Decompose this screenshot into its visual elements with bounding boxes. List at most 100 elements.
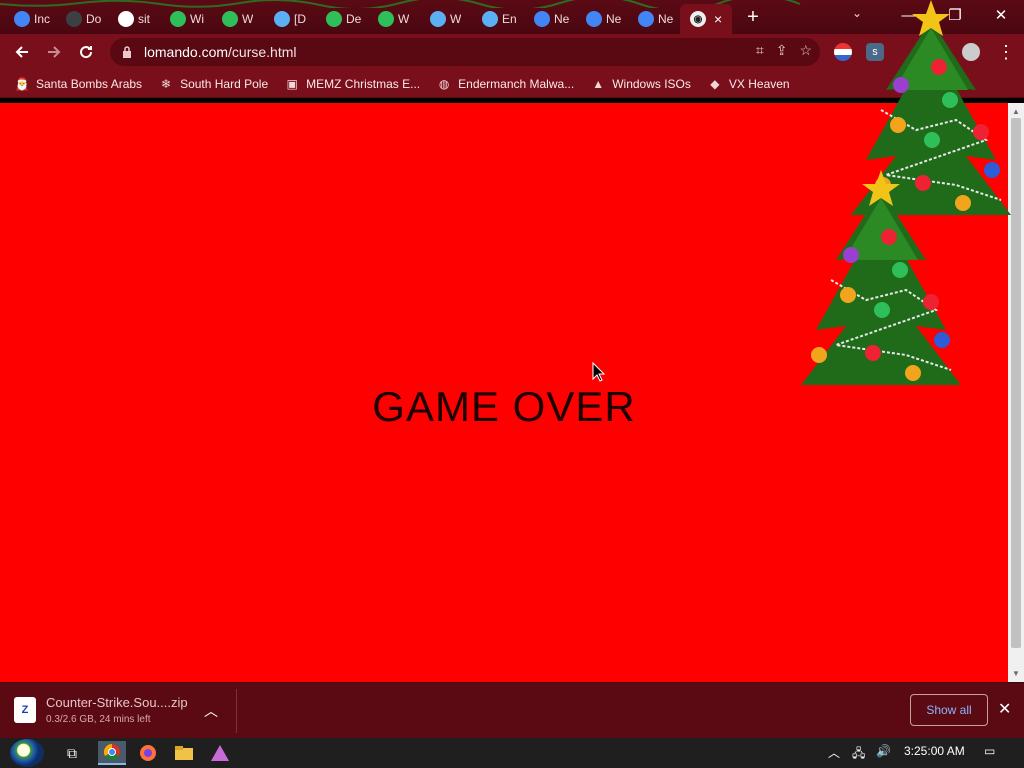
bookmark-item[interactable]: ◆ VX Heaven [707, 76, 790, 92]
bookmark-label: VX Heaven [728, 76, 790, 91]
app-taskbar-icon[interactable] [206, 741, 234, 765]
tab-title: Ne [554, 12, 570, 26]
back-arrow-icon [15, 46, 28, 58]
divider [236, 689, 237, 733]
task-view-icon[interactable]: ⧉ [58, 741, 86, 765]
tab-title: Do [86, 12, 102, 26]
close-download-bar-icon[interactable]: ✕ [998, 699, 1011, 719]
volume-icon[interactable]: 🔊 [876, 744, 891, 758]
download-bar: Z Counter-Strike.Sou....zip 0.3/2.6 GB, … [0, 682, 1024, 738]
santa-icon: 🎅 [14, 76, 30, 91]
url-host: lomando.com [144, 44, 229, 60]
url-text[interactable]: lomando.com/curse.html [144, 44, 297, 60]
tab[interactable]: Ne [524, 4, 576, 34]
bookmark-label: Endermanch Malwa... [458, 76, 575, 91]
image-icon: ▣ [286, 76, 298, 91]
tab[interactable]: W [420, 4, 472, 34]
bookmark-label: Windows ISOs [612, 76, 691, 91]
tab-title: sit [138, 12, 150, 26]
omnibox-actions: ⌗ ⇪ ☆ [756, 42, 812, 59]
leaf-icon [378, 11, 394, 27]
download-icon [66, 11, 82, 27]
raccoon-icon: ◍ [438, 76, 450, 91]
tab[interactable]: W [368, 4, 420, 34]
download-filename: Counter-Strike.Sou....zip [46, 695, 188, 710]
back-button[interactable] [6, 36, 38, 68]
bookmark-item[interactable]: ▣ MEMZ Christmas E... [284, 76, 420, 92]
panda-icon: ◉ [690, 11, 706, 27]
chrome-icon [14, 11, 30, 27]
url-path: /curse.html [228, 44, 297, 60]
lock-icon[interactable] [120, 45, 134, 59]
snowflake-icon: ❄ [161, 76, 172, 91]
tab-title: W [242, 12, 254, 26]
bookmark-label: South Hard Pole [180, 76, 269, 91]
tab-list: Inc Do sit Wi W [D De W W En Ne Ne Ne [4, 0, 680, 34]
tab[interactable]: Inc [4, 4, 56, 34]
tab[interactable]: sit [108, 4, 160, 34]
tab-active[interactable]: ◉ × [680, 4, 732, 34]
cloud-icon [482, 11, 498, 27]
zip-file-icon: Z [14, 697, 36, 723]
tab-title: De [346, 12, 362, 26]
close-tab-icon[interactable]: × [714, 11, 722, 27]
tab[interactable]: Do [56, 4, 108, 34]
leaf-icon [222, 11, 238, 27]
tab[interactable]: [D [264, 4, 316, 34]
tab-title: Ne [658, 12, 674, 26]
cloud-icon [430, 11, 446, 27]
chrome-icon [638, 11, 654, 27]
bookmark-item[interactable]: 🎅 Santa Bombs Arabs [14, 76, 143, 92]
translate-icon[interactable]: ⌗ [756, 42, 764, 59]
new-tab-button[interactable]: + [738, 6, 768, 29]
bookmark-item[interactable]: ▲ Windows ISOs [590, 76, 691, 92]
christmas-tree-decoration-2 [801, 170, 961, 385]
tab[interactable]: W [212, 4, 264, 34]
tab[interactable]: Wi [160, 4, 212, 34]
download-status: 0.3/2.6 GB, 24 mins left [46, 714, 151, 725]
chrome-icon [534, 11, 550, 27]
firefox-taskbar-icon[interactable] [134, 741, 162, 765]
bookmark-item[interactable]: ❄ South Hard Pole [158, 76, 268, 92]
clock[interactable]: 3:25:00 AM [904, 744, 965, 758]
forward-button[interactable] [38, 36, 70, 68]
tab[interactable]: En [472, 4, 524, 34]
vx-icon: ◆ [710, 76, 720, 91]
tree-icon: ▲ [592, 76, 605, 91]
tab-title: [D [294, 12, 306, 26]
show-all-button[interactable]: Show all [910, 694, 988, 726]
notification-icon[interactable]: ▭ [984, 744, 995, 758]
network-icon[interactable]: 🖧 [852, 744, 865, 765]
forward-arrow-icon [48, 46, 61, 58]
tab-title: Wi [190, 12, 204, 26]
reload-button[interactable] [70, 36, 102, 68]
tab-title: W [450, 12, 462, 26]
chrome-taskbar-icon[interactable] [98, 741, 126, 765]
reload-icon [80, 46, 93, 59]
share-icon[interactable]: ⇪ [776, 42, 788, 59]
address-bar[interactable]: lomando.com/curse.html ⌗ ⇪ ☆ [110, 38, 820, 66]
tab-title: Ne [606, 12, 622, 26]
leaf-icon [170, 11, 186, 27]
mouse-cursor-icon [592, 362, 606, 382]
scroll-down-icon[interactable]: ▼ [1008, 666, 1024, 680]
show-hidden-icons-chevron-icon[interactable]: ︿ [828, 744, 840, 761]
bookmark-label: MEMZ Christmas E... [306, 76, 421, 91]
chrome-icon [586, 11, 602, 27]
cloud-icon [274, 11, 290, 27]
chevron-up-icon[interactable]: ︿ [204, 701, 218, 721]
leaf-icon [326, 11, 342, 27]
tab[interactable]: Ne [628, 4, 680, 34]
tab-title: En [502, 12, 517, 26]
bookmark-item[interactable]: ◍ Endermanch Malwa... [436, 76, 574, 92]
bookmark-star-icon[interactable]: ☆ [799, 42, 812, 59]
google-icon [118, 11, 134, 27]
bookmark-label: Santa Bombs Arabs [36, 76, 143, 91]
tab[interactable]: De [316, 4, 368, 34]
tab-title: W [398, 12, 410, 26]
tab[interactable]: Ne [576, 4, 628, 34]
file-explorer-icon[interactable] [170, 741, 198, 765]
download-item[interactable]: Z Counter-Strike.Sou....zip 0.3/2.6 GB, … [14, 695, 188, 725]
start-button[interactable] [10, 739, 44, 767]
taskbar: ⧉ ︿ 🖧 🔊 3:25:00 AM ▭ [0, 738, 1024, 768]
